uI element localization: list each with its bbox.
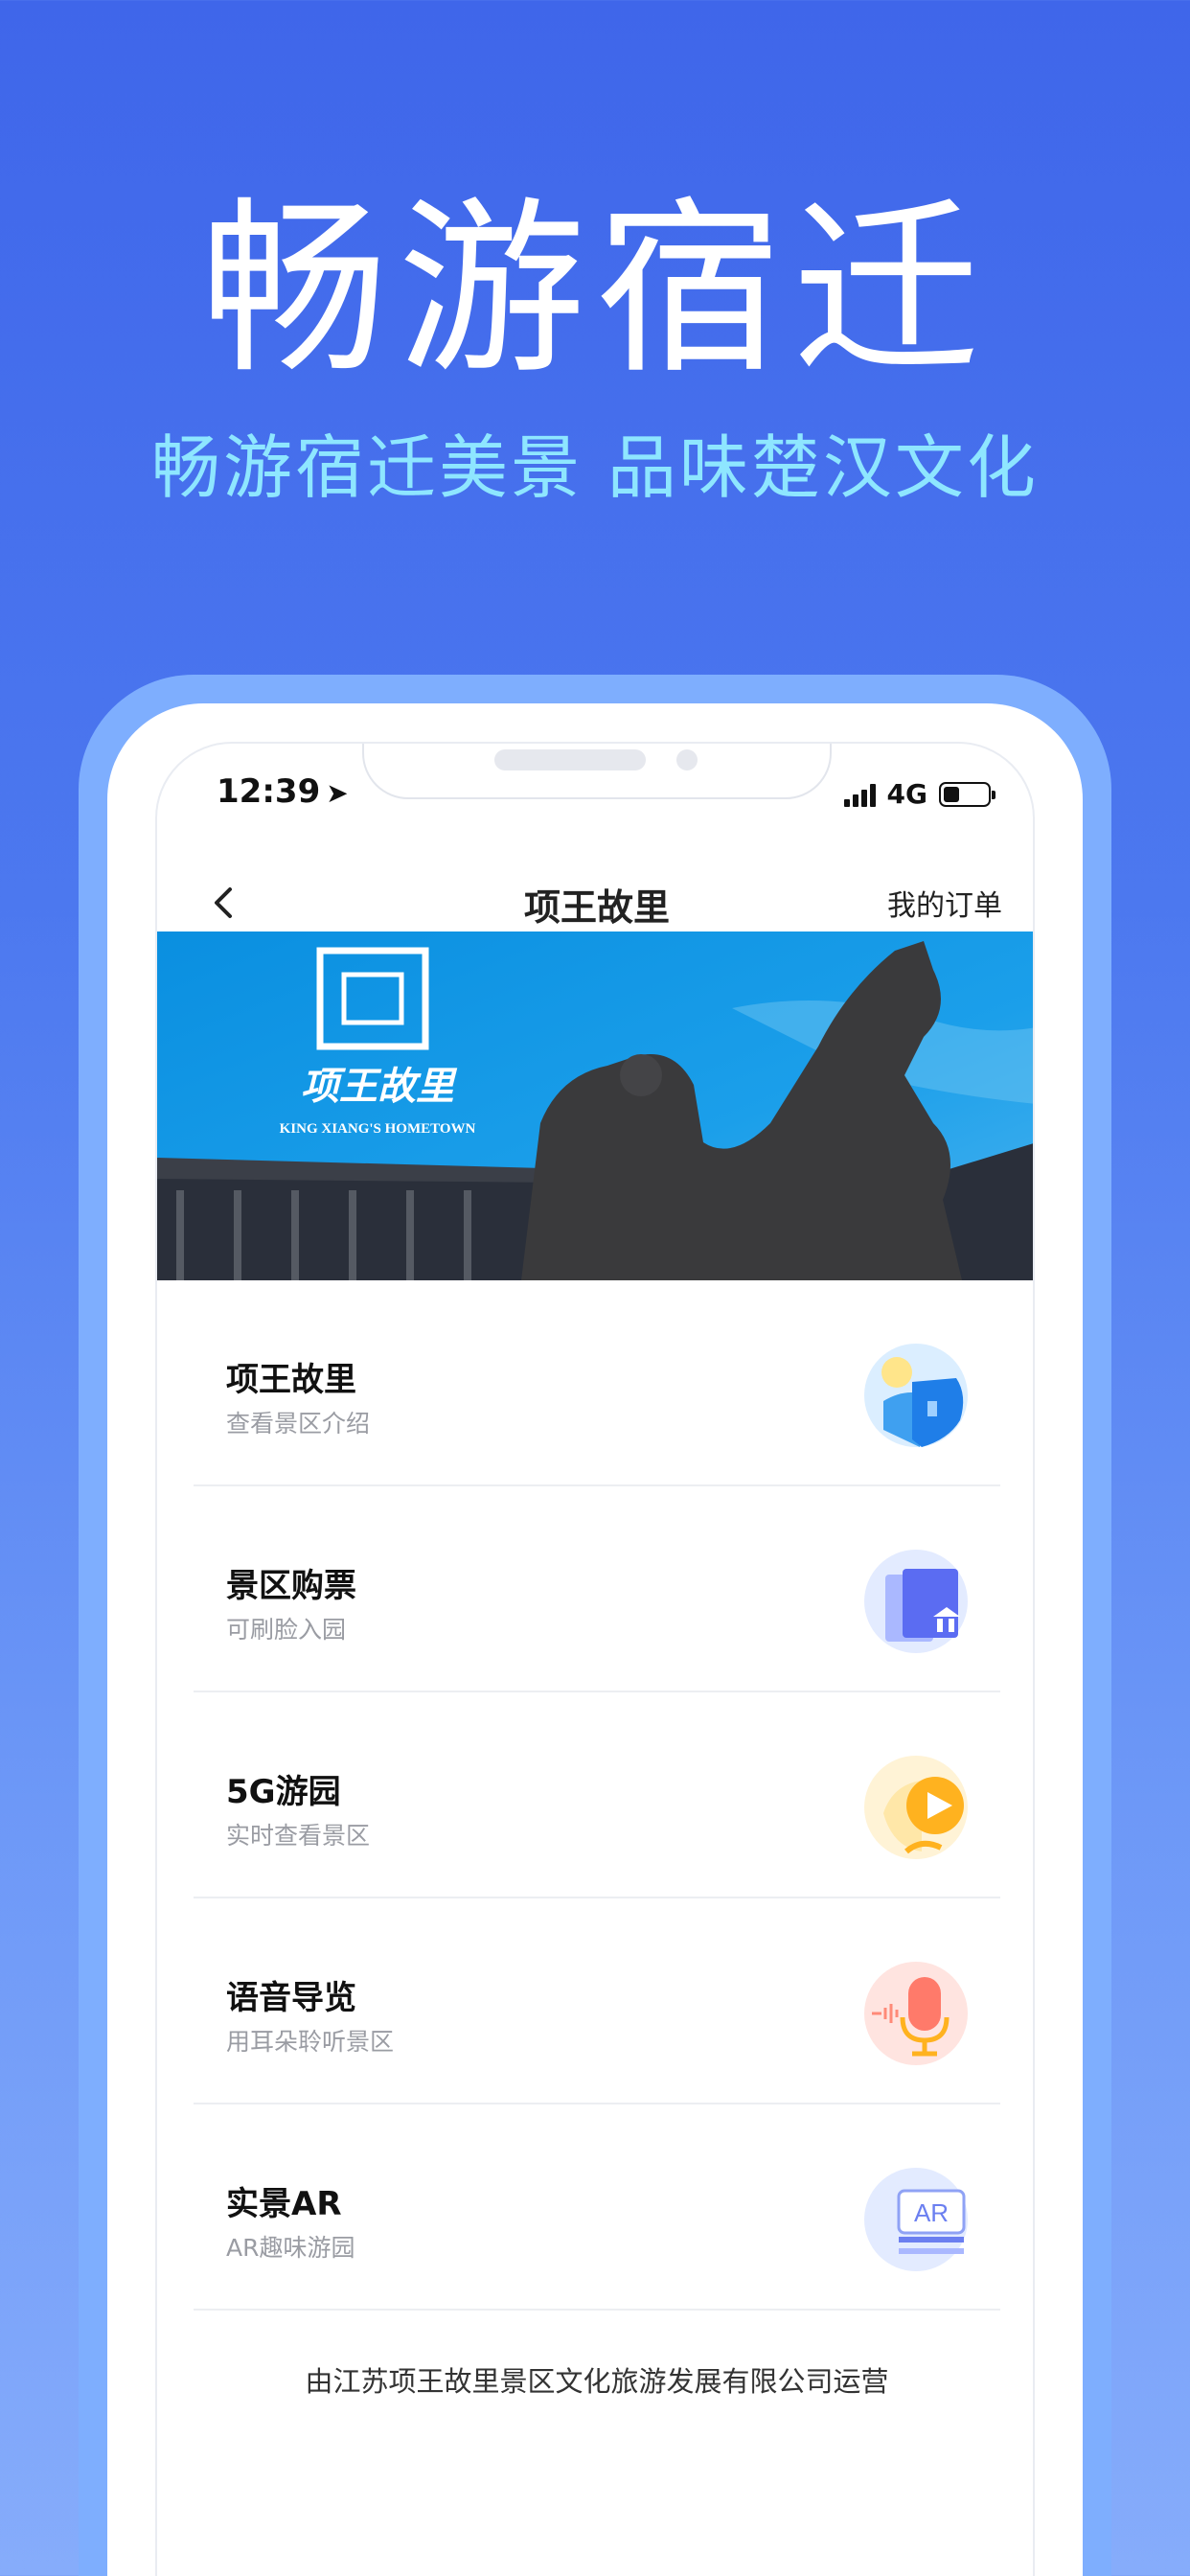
menu-item-audio-guide[interactable]: 语音导览 用耳朵聆听景区	[157, 1898, 1033, 2104]
menu-item-title: 语音导览	[226, 1979, 356, 2017]
status-indicators: 4G	[843, 778, 995, 810]
banner-logo-subtext: KING XIANG'S HOMETOWN	[280, 1121, 476, 1137]
menu-item-title: 项王故里	[226, 1361, 356, 1399]
menu-item-subtitle: 可刷脸入园	[226, 1616, 347, 1644]
operator-footer: 由江苏项王故里景区文化旅游发展有限公司运营	[305, 2365, 889, 2398]
network-label: 4G	[886, 778, 927, 810]
signal-icon	[843, 782, 876, 807]
battery-icon	[939, 781, 995, 807]
ar-icon: AR	[864, 2168, 968, 2271]
menu-item-title: 5G游园	[226, 1773, 341, 1811]
menu-item-5g-tour[interactable]: 5G游园 实时查看景区	[157, 1692, 1033, 1898]
menu-item-subtitle: 用耳朵聆听景区	[226, 2028, 395, 2056]
speaker-grill	[494, 749, 646, 770]
scenic-banner[interactable]: 项王故里 KING XIANG'S HOMETOWN	[157, 932, 1033, 1280]
ticket-icon	[864, 1550, 968, 1653]
microphone-icon	[864, 1962, 968, 2065]
menu-item-title: 景区购票	[226, 1567, 356, 1605]
promo-tagline: 畅游宿迁美景 品味楚汉文化	[151, 427, 1039, 508]
video-play-icon	[864, 1756, 968, 1859]
menu-item-ticket[interactable]: 景区购票 可刷脸入园	[157, 1486, 1033, 1692]
status-time: 12:39 ➤	[217, 772, 349, 811]
svg-text:AR: AR	[914, 2198, 949, 2227]
menu-item-subtitle: 查看景区介绍	[226, 1410, 371, 1438]
promo-headline: 畅游宿迁	[199, 181, 990, 400]
menu-item-title: 实景AR	[226, 2185, 342, 2223]
location-arrow-icon: ➤	[326, 777, 349, 809]
scenic-icon	[864, 1344, 968, 1447]
phone-notch	[362, 744, 832, 799]
phone-screen: 12:39 ➤ 4G 项王故里 我的订单 项王故里 KING XIANG'S H…	[155, 742, 1035, 2576]
front-camera	[676, 749, 698, 770]
my-orders-link[interactable]: 我的订单	[887, 882, 1002, 924]
status-time-label: 12:39	[217, 772, 321, 811]
menu-item-ar[interactable]: 实景AR AR趣味游园 AR	[157, 2104, 1033, 2311]
banner-logo-text: 项王故里	[301, 1065, 458, 1108]
feature-menu: 项王故里 查看景区介绍 景区购票 可刷脸入园 5G游园 实时查看景区 语音导览 …	[157, 1280, 1033, 2311]
menu-item-subtitle: 实时查看景区	[226, 1822, 371, 1850]
menu-item-subtitle: AR趣味游园	[226, 2234, 355, 2262]
menu-item-scenic-intro[interactable]: 项王故里 查看景区介绍	[157, 1280, 1033, 1486]
